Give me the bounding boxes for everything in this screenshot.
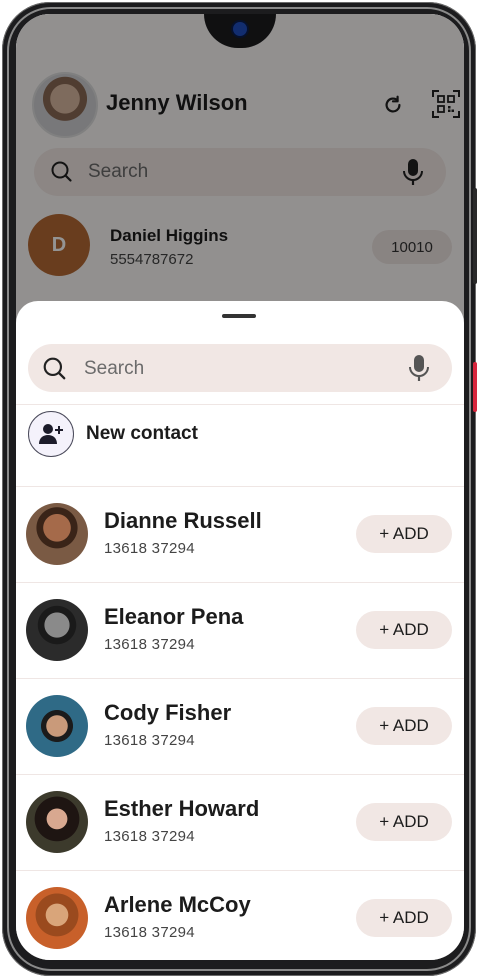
contact-phone: 13618 37294	[104, 540, 195, 557]
volume-button	[473, 188, 477, 284]
contact-name: Esther Howard	[104, 796, 260, 821]
list-item[interactable]: Esther Howard 13618 37294 + ADD	[16, 774, 464, 870]
add-button[interactable]: + ADD	[356, 707, 452, 745]
drag-handle[interactable]	[222, 314, 256, 318]
mic-icon[interactable]	[408, 354, 430, 382]
add-button[interactable]: + ADD	[356, 899, 452, 937]
contact-name: Cody Fisher	[104, 700, 232, 725]
new-contact-label: New contact	[86, 423, 198, 444]
power-button	[473, 362, 477, 412]
phone-frame: Jenny Wilson Search D Daniel Higgins 555…	[2, 2, 477, 976]
avatar	[26, 887, 88, 949]
divider	[16, 404, 464, 405]
search-placeholder: Search	[84, 358, 145, 379]
screen: Jenny Wilson Search D Daniel Higgins 555…	[16, 14, 464, 960]
contact-phone: 13618 37294	[104, 636, 195, 653]
list-item[interactable]: Dianne Russell 13618 37294 + ADD	[16, 486, 464, 582]
contacts-bottom-sheet: Search New contact Dianne Russell 13618 …	[16, 301, 464, 960]
list-item[interactable]: Cody Fisher 13618 37294 + ADD	[16, 678, 464, 774]
contact-name: Arlene McCoy	[104, 892, 251, 917]
avatar	[26, 695, 88, 757]
avatar	[26, 791, 88, 853]
search-icon	[43, 357, 66, 380]
contact-name: Dianne Russell	[104, 508, 262, 533]
avatar	[26, 503, 88, 565]
add-person-icon	[28, 411, 74, 457]
avatar	[26, 599, 88, 661]
list-item[interactable]: Eleanor Pena 13618 37294 + ADD	[16, 582, 464, 678]
list-item[interactable]: Arlene McCoy 13618 37294 + ADD	[16, 870, 464, 960]
new-contact-button[interactable]: New contact	[28, 411, 448, 459]
contact-phone: 13618 37294	[104, 828, 195, 845]
contact-phone: 13618 37294	[104, 924, 195, 941]
contact-phone: 13618 37294	[104, 732, 195, 749]
search-input[interactable]: Search	[28, 344, 452, 392]
contact-name: Eleanor Pena	[104, 604, 244, 629]
add-button[interactable]: + ADD	[356, 611, 452, 649]
add-button[interactable]: + ADD	[356, 803, 452, 841]
add-button[interactable]: + ADD	[356, 515, 452, 553]
